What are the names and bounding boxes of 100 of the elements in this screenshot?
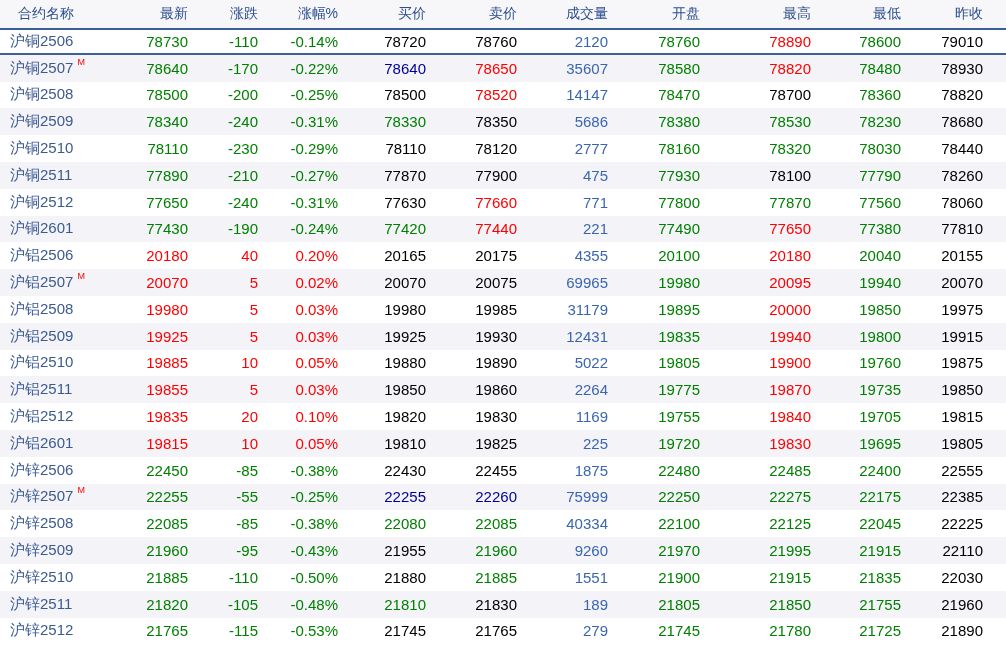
table-cell-text: 19830 xyxy=(769,434,812,452)
table-cell-text: -55 xyxy=(236,488,259,506)
quote-row[interactable]: 沪铜2510 78110 -230 -0.29% 78110 78120 2777 78160 78320 78030 78440 xyxy=(0,135,1006,162)
table-cell-text: 21780 xyxy=(769,622,812,640)
table-cell-text: 21900 xyxy=(658,568,701,586)
table-cell-text: 19850 xyxy=(384,381,427,399)
quote-row[interactable]: 沪铝2506 20180 40 0.20% 20165 20175 4355 20100 20180 20040 20155 xyxy=(0,242,1006,270)
table-cell-text: 21745 xyxy=(384,622,427,640)
table-cell-text: -210 xyxy=(227,166,259,184)
table-cell-text: 22485 xyxy=(769,461,812,479)
table-cell-text: 5686 xyxy=(574,113,609,131)
table-cell-text: -85 xyxy=(236,461,259,479)
table-cell-text: 10 xyxy=(241,434,259,452)
table-cell-text: -110 xyxy=(229,568,259,586)
column-header[interactable]: 合约名称 xyxy=(0,5,76,23)
table-cell-text: 19760 xyxy=(859,354,902,372)
table-cell-text: 20000 xyxy=(769,300,812,318)
table-cell-text: 22100 xyxy=(658,515,701,533)
column-header[interactable]: 成交量 xyxy=(566,5,610,23)
table-cell-text: 0.20% xyxy=(295,247,339,265)
quote-row[interactable]: 沪锌2507 M 22255 -55 -0.25% 22255 22260 75999 22250 22275 22175 22385 xyxy=(0,483,1006,511)
table-cell-text: 78820 xyxy=(941,86,984,104)
table-cell-text: 19930 xyxy=(475,327,518,345)
table-cell-text: 1875 xyxy=(574,461,609,479)
quote-row[interactable]: 沪铜2601 77430 -190 -0.24% 77420 77440 221 77490 77650 77380 77810 xyxy=(0,215,1006,243)
table-cell-text: 21915 xyxy=(859,542,902,560)
quote-row[interactable]: 沪铜2509 78340 -240 -0.31% 78330 78350 5686 78380 78530 78230 78680 xyxy=(0,108,1006,136)
table-cell-text: -0.53% xyxy=(290,622,339,640)
table-cell-text: 35607 xyxy=(566,59,609,77)
quote-row[interactable]: 沪铝2512 19835 20 0.10% 19820 19830 1169 19755 19840 19705 19815 xyxy=(0,403,1006,430)
table-cell-text: 31179 xyxy=(567,300,609,318)
table-cell-text: 78640 xyxy=(384,59,427,77)
table-cell-text: 20070 xyxy=(384,274,427,292)
quote-row[interactable]: 沪锌2510 21885 -110 -0.50% 21880 21885 1551 21900 21915 21835 22030 xyxy=(0,563,1006,591)
table-cell-text: 21955 xyxy=(384,542,427,560)
table-cell-text: 21890 xyxy=(941,622,984,640)
table-cell-text: 19755 xyxy=(658,408,701,426)
table-cell-text: 19915 xyxy=(941,327,984,345)
table-cell-text: 19885 xyxy=(146,354,189,372)
quote-row[interactable]: 沪铜2512 77650 -240 -0.31% 77630 77660 771 77800 77870 77560 78060 xyxy=(0,188,1006,216)
table-cell-text: 78380 xyxy=(658,113,701,131)
table-cell-text: 21745 xyxy=(658,622,701,640)
table-cell-text: 78890 xyxy=(769,32,812,50)
table-cell-text: -0.38% xyxy=(290,515,339,533)
table-cell-text: 19895 xyxy=(658,300,701,318)
quote-row[interactable]: 沪铝2509 19925 5 0.03% 19925 19930 12431 19835 19940 19800 19915 xyxy=(0,322,1006,350)
table-cell-text: 77420 xyxy=(384,220,427,238)
table-cell-text: -0.14% xyxy=(290,32,339,50)
quote-row[interactable]: 沪铝2510 19885 10 0.05% 19880 19890 5022 19805 19900 19760 19875 xyxy=(0,349,1006,377)
quote-row[interactable]: 沪锌2506 22450 -85 -0.38% 22430 22455 1875 22480 22485 22400 22555 xyxy=(0,456,1006,484)
column-header[interactable]: 最新 xyxy=(160,5,190,23)
contract-name: 沪铝2510 xyxy=(10,353,74,373)
table-cell-text: 78720 xyxy=(384,32,427,50)
table-cell-text: 22450 xyxy=(146,461,189,479)
table-cell-text: 22085 xyxy=(146,515,189,533)
table-cell-text: 22125 xyxy=(769,515,812,533)
table-cell-text: 21805 xyxy=(658,595,701,613)
table-cell-text: 2777 xyxy=(574,140,609,158)
quote-row[interactable]: 沪锌2508 22085 -85 -0.38% 22080 22085 40334 22100 22125 22045 22225 xyxy=(0,510,1006,538)
column-header[interactable]: 卖价 xyxy=(489,5,519,23)
table-cell-text: -110 xyxy=(229,32,259,50)
table-cell-text: 78930 xyxy=(941,59,984,77)
quote-row[interactable]: 沪铝2601 19815 10 0.05% 19810 19825 225 19720 19830 19695 19805 xyxy=(0,429,1006,457)
quote-row[interactable]: 沪锌2511 21820 -105 -0.48% 21810 21830 189 21805 21850 21755 21960 xyxy=(0,590,1006,618)
table-cell-text: 20180 xyxy=(146,247,189,265)
table-cell-text: 2120 xyxy=(574,32,609,50)
quote-row[interactable]: 沪铝2507 M 20070 5 0.02% 20070 20075 69965 19980 20095 19940 20070 xyxy=(0,269,1006,296)
table-cell-text: 78600 xyxy=(859,32,902,50)
table-cell-text: 22385 xyxy=(941,488,984,506)
column-header[interactable]: 买价 xyxy=(398,5,428,23)
table-cell-text: 20070 xyxy=(941,274,984,292)
table-cell-text: 22260 xyxy=(475,488,518,506)
table-cell-text: 77870 xyxy=(769,193,812,211)
quote-row[interactable]: 沪铝2508 19980 5 0.03% 19980 19985 31179 19895 20000 19850 19975 xyxy=(0,295,1006,323)
table-cell-text: 19695 xyxy=(859,434,902,452)
column-header[interactable]: 涨幅% xyxy=(297,5,340,23)
table-cell-text: 21755 xyxy=(859,595,902,613)
quote-row[interactable]: 沪铜2506 78730 -110 -0.14% 78720 78760 2120 78760 78890 78600 79010 xyxy=(0,28,1006,55)
quote-row[interactable]: 沪锌2509 21960 -95 -0.43% 21955 21960 9260 21970 21995 21915 22110 xyxy=(0,537,1006,564)
table-cell-text: -230 xyxy=(227,140,259,158)
quote-row[interactable]: 沪铜2507 M 78640 -170 -0.22% 78640 78650 35607 78580 78820 78480 78930 xyxy=(0,54,1006,82)
table-cell-text: 78110 xyxy=(147,140,189,158)
table-cell-text: 225 xyxy=(582,434,609,452)
contract-name: 沪锌2508 xyxy=(10,514,74,534)
quote-row[interactable]: 沪锌2512 21765 -115 -0.53% 21745 21765 279 21745 21780 21725 21890 xyxy=(0,617,1006,645)
contract-name: 沪铜2510 xyxy=(10,139,74,159)
table-cell-text: 21725 xyxy=(859,622,902,640)
quote-row[interactable]: 沪铜2511 77890 -210 -0.27% 77870 77900 475 77930 78100 77790 78260 xyxy=(0,162,1006,189)
column-header[interactable]: 涨跌 xyxy=(230,5,260,23)
contract-name: 沪锌2512 xyxy=(10,621,74,641)
column-header[interactable]: 昨收 xyxy=(955,5,985,23)
column-header[interactable]: 最高 xyxy=(783,5,813,23)
table-cell-text: 4355 xyxy=(574,247,609,265)
quote-row[interactable]: 沪铝2511 19855 5 0.03% 19850 19860 2264 19775 19870 19735 19850 xyxy=(0,376,1006,404)
table-cell-text: 78520 xyxy=(475,86,518,104)
column-header[interactable]: 开盘 xyxy=(672,5,702,23)
table-cell-text: 21885 xyxy=(146,568,189,586)
quote-row[interactable]: 沪铜2508 78500 -200 -0.25% 78500 78520 14147 78470 78700 78360 78820 xyxy=(0,81,1006,109)
column-header[interactable]: 最低 xyxy=(873,5,903,23)
main-contract-label: M xyxy=(77,56,85,67)
